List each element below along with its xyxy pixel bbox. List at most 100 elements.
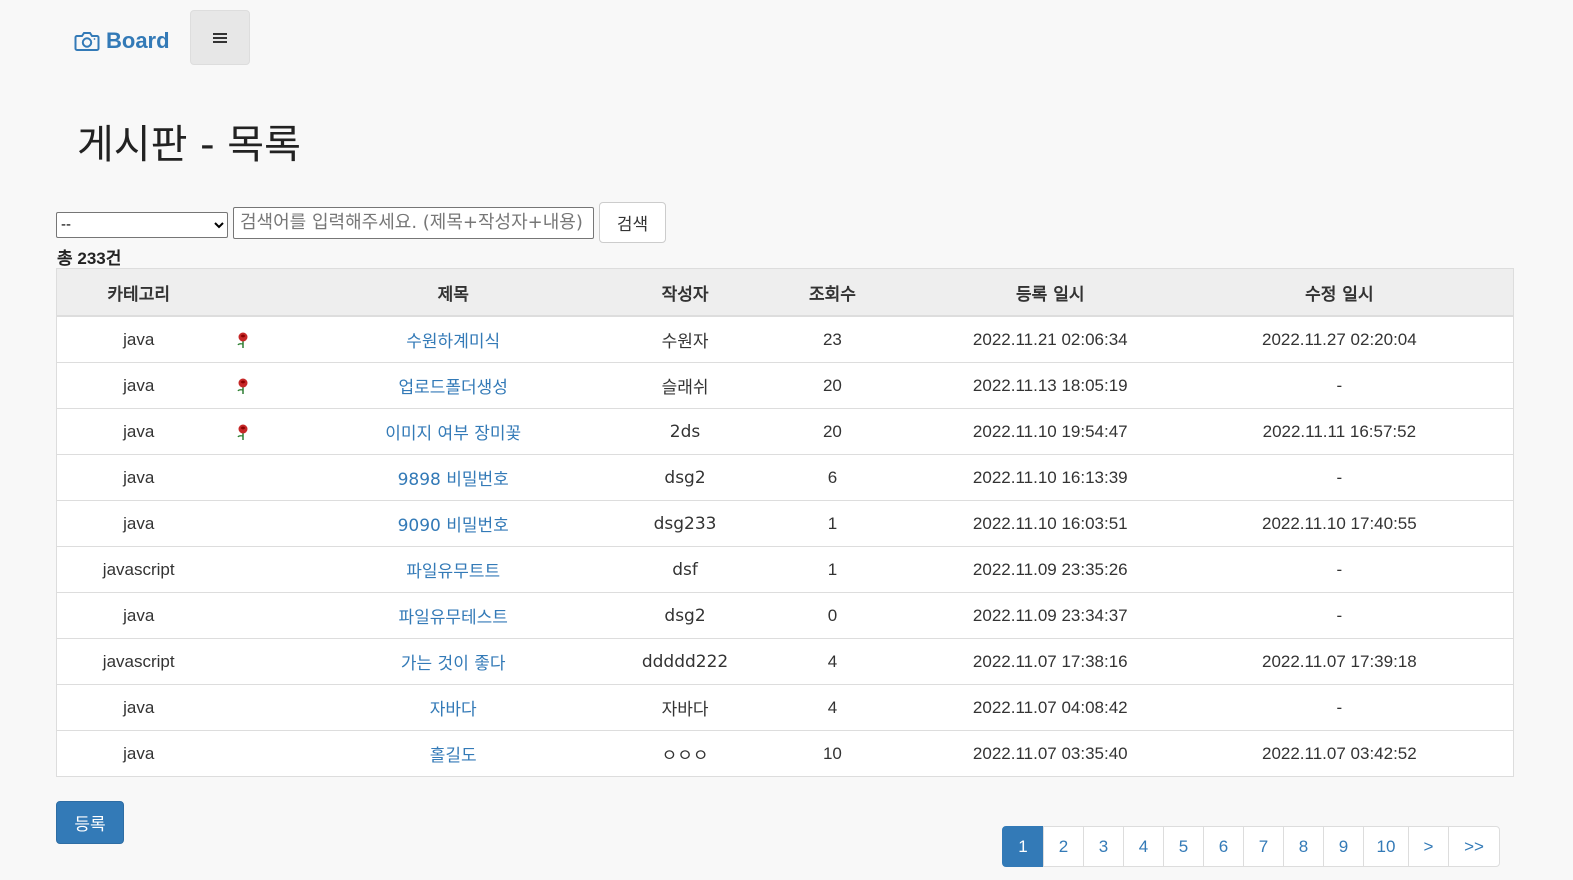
post-title-link[interactable]: 자바다 <box>430 700 477 720</box>
header-views: 조회수 <box>730 268 935 317</box>
header-created: 등록 일시 <box>934 268 1166 317</box>
cell-file <box>220 684 267 731</box>
table-header-row: 카테고리 제목 작성자 조회수 등록 일시 수정 일시 <box>56 268 1514 317</box>
cell-category: java <box>56 454 221 501</box>
post-title-link[interactable]: 홀길도 <box>430 746 477 766</box>
post-title-link[interactable]: 업로드폴더생성 <box>398 378 507 398</box>
page-link[interactable]: 4 <box>1123 826 1164 867</box>
cell-file <box>220 592 267 639</box>
cell-modified: - <box>1165 684 1514 731</box>
page-link[interactable]: 9 <box>1323 826 1364 867</box>
cell-title: 자바다 <box>266 684 641 731</box>
table-row: java 업로드폴더생성 슬래쉬 20 2022.11.13 18:05:19- <box>56 362 1514 409</box>
cell-category: java <box>56 684 221 731</box>
page-link[interactable]: > <box>1408 826 1449 867</box>
post-title-link[interactable]: 9090 비밀번호 <box>398 516 509 536</box>
cell-modified: 2022.11.10 17:40:55 <box>1165 500 1514 547</box>
page-link[interactable]: 7 <box>1243 826 1284 867</box>
page-link[interactable]: 2 <box>1043 826 1084 867</box>
table-row: javascript 파일유무트트 dsf 1 2022.11.09 23:35:26- <box>56 546 1514 593</box>
rose-icon <box>236 422 250 441</box>
cell-category: java <box>56 408 221 455</box>
cell-category: java <box>56 592 221 639</box>
cell-file <box>220 454 267 501</box>
post-title-link[interactable]: 수원하계미식 <box>406 332 500 352</box>
cell-title: 9090 비밀번호 <box>266 500 641 547</box>
navbar: Board <box>0 0 1573 80</box>
page-link[interactable]: 8 <box>1283 826 1324 867</box>
search-input[interactable] <box>233 206 594 239</box>
post-title-link[interactable]: 파일유무트트 <box>406 562 500 582</box>
cell-modified: - <box>1165 592 1514 639</box>
cell-writer: dsg2 <box>640 592 731 639</box>
table-row: java 9898 비밀번호 dsg2 6 2022.11.10 16:13:39- <box>56 454 1514 501</box>
cell-file <box>220 408 267 455</box>
cell-modified: 2022.11.11 16:57:52 <box>1165 408 1514 455</box>
cell-file <box>220 315 267 363</box>
table-row: javascript 가는 것이 좋다 ddddd222 4 2022.11.07 17… <box>56 638 1514 685</box>
table-row: java 파일유무테스트 dsg2 0 2022.11.09 23:34:37- <box>56 592 1514 639</box>
cell-views: 1 <box>730 546 935 593</box>
page-link[interactable]: >> <box>1448 826 1500 867</box>
page-title: 게시판 - 목록 <box>77 122 301 168</box>
cell-views: 1 <box>730 500 935 547</box>
cell-writer: ddddd222 <box>640 638 731 685</box>
cell-writer: 슬래쉬 <box>640 362 731 409</box>
board-table: 카테고리 제목 작성자 조회수 등록 일시 수정 일시 java 수원하계미식 수원… <box>56 268 1514 777</box>
cell-views: 0 <box>730 592 935 639</box>
search-button[interactable]: 검색 <box>599 202 666 243</box>
page-link[interactable]: 5 <box>1163 826 1204 867</box>
cell-category: java <box>56 315 221 363</box>
cell-writer: 2ds <box>640 408 731 455</box>
total-count: 총 233건 <box>57 249 122 268</box>
cell-created: 2022.11.07 17:38:16 <box>934 638 1166 685</box>
cell-title: 9898 비밀번호 <box>266 454 641 501</box>
category-select[interactable]: -- <box>56 211 228 238</box>
cell-file <box>220 362 267 409</box>
table-row: java 9090 비밀번호 dsg233 1 2022.11.10 16:03:51 2… <box>56 500 1514 547</box>
page-link[interactable]: 3 <box>1083 826 1124 867</box>
table-row: java 홀길도 ㅇㅇㅇ 10 2022.11.07 03:35:40 2022.11.0… <box>56 730 1514 777</box>
cell-views: 23 <box>730 315 935 363</box>
table-row: java 수원하계미식 수원자 23 2022.11.21 02:06:34 2022.1… <box>56 315 1514 363</box>
cell-writer: ㅇㅇㅇ <box>640 730 731 777</box>
page-link[interactable]: 1 <box>1002 826 1044 867</box>
cell-category: java <box>56 730 221 777</box>
cell-modified: - <box>1165 546 1514 593</box>
post-title-link[interactable]: 9898 비밀번호 <box>398 470 509 490</box>
rose-icon <box>236 330 250 349</box>
menu-toggle-button[interactable] <box>190 10 250 65</box>
cell-title: 파일유무트트 <box>266 546 641 593</box>
table-row: java 자바다 자바다 4 2022.11.07 04:08:42- <box>56 684 1514 731</box>
cell-title: 업로드폴더생성 <box>266 362 641 409</box>
cell-category: javascript <box>56 638 221 685</box>
table-row: java 이미지 여부 장미꽃 2ds 20 2022.11.10 19:54:47 20… <box>56 408 1514 455</box>
cell-modified: - <box>1165 454 1514 501</box>
cell-writer: dsg233 <box>640 500 731 547</box>
cell-title: 수원하계미식 <box>266 315 641 363</box>
page-link[interactable]: 10 <box>1363 826 1409 867</box>
cell-created: 2022.11.21 02:06:34 <box>934 315 1166 363</box>
brand-link[interactable]: Board <box>74 28 170 54</box>
cell-file <box>220 546 267 593</box>
write-button[interactable]: 등록 <box>56 801 124 844</box>
cell-file <box>220 730 267 777</box>
brand-label: Board <box>106 28 170 53</box>
post-title-link[interactable]: 가는 것이 좋다 <box>401 654 506 674</box>
header-category: 카테고리 <box>56 268 221 317</box>
cell-views: 20 <box>730 362 935 409</box>
page-link[interactable]: 6 <box>1203 826 1244 867</box>
post-title-link[interactable]: 파일유무테스트 <box>398 608 507 628</box>
cell-title: 이미지 여부 장미꽃 <box>266 408 641 455</box>
post-title-link[interactable]: 이미지 여부 장미꽃 <box>385 424 521 444</box>
cell-writer: dsf <box>640 546 731 593</box>
camera-icon <box>74 32 100 51</box>
pagination: 1 2 3 4 5 6 7 8 9 10 > >> <box>1002 826 1500 867</box>
cell-created: 2022.11.07 04:08:42 <box>934 684 1166 731</box>
cell-writer: 자바다 <box>640 684 731 731</box>
cell-category: java <box>56 500 221 547</box>
cell-title: 파일유무테스트 <box>266 592 641 639</box>
cell-category: java <box>56 362 221 409</box>
cell-created: 2022.11.10 16:13:39 <box>934 454 1166 501</box>
cell-views: 6 <box>730 454 935 501</box>
